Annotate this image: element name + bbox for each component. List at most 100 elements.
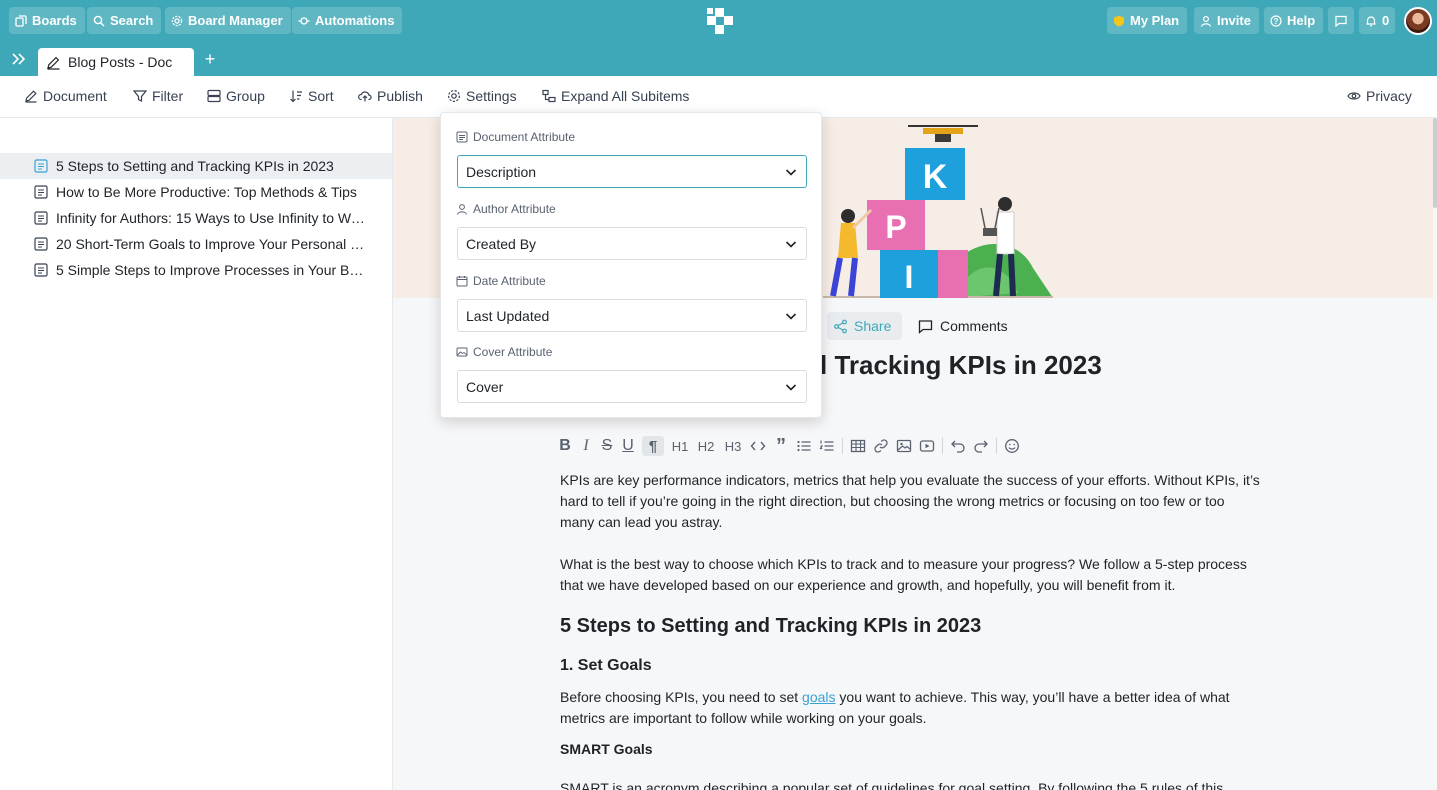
bold-button[interactable]: B: [558, 436, 572, 456]
svg-text:?: ?: [1274, 17, 1279, 26]
sidebar-item-authors[interactable]: Infinity for Authors: 15 Ways to Use Inf…: [0, 205, 392, 231]
document-button[interactable]: Document: [24, 88, 107, 104]
sidebar-item-goals[interactable]: 20 Short-Term Goals to Improve Your Pers…: [0, 231, 392, 257]
table-button[interactable]: [850, 436, 866, 456]
date-attribute-select[interactable]: Last Updated: [457, 299, 807, 332]
expand-sidebar-icon[interactable]: [10, 50, 28, 68]
strikethrough-button[interactable]: S: [600, 436, 614, 456]
document-icon: [34, 237, 48, 251]
tab-bar: Blog Posts - Doc +: [0, 42, 1437, 76]
automations-button[interactable]: Automations: [292, 7, 403, 34]
board-manager-label: Board Manager: [188, 13, 283, 28]
filter-label: Filter: [152, 88, 184, 104]
paragraph-smart[interactable]: SMART is an acronym describing a popular…: [560, 778, 1260, 790]
tab-blog-posts-doc[interactable]: Blog Posts - Doc: [38, 48, 194, 76]
share-label: Share: [854, 318, 892, 334]
gear-icon: [171, 15, 183, 26]
label-text: Cover Attribute: [473, 345, 553, 359]
help-button[interactable]: ? Help: [1264, 7, 1324, 34]
boards-button[interactable]: Boards: [9, 7, 85, 34]
board-manager-button[interactable]: Board Manager: [165, 7, 291, 34]
privacy-button[interactable]: Privacy: [1347, 88, 1412, 104]
chat-icon: [1335, 15, 1347, 27]
goals-link[interactable]: goals: [802, 689, 835, 705]
select-value: Cover: [466, 378, 504, 395]
smart-goals-heading[interactable]: SMART Goals: [560, 741, 653, 757]
bullet-list-button[interactable]: [796, 436, 812, 456]
group-button[interactable]: Group: [207, 88, 265, 104]
share-button[interactable]: Share: [827, 312, 902, 340]
automation-icon: [298, 16, 310, 25]
expand-all-subitems-button[interactable]: Expand All Subitems: [542, 88, 689, 104]
video-button[interactable]: [919, 436, 935, 456]
expand-all-label: Expand All Subitems: [561, 88, 690, 104]
privacy-label: Privacy: [1366, 88, 1412, 104]
notifications-count: 0: [1382, 13, 1390, 28]
main-scrollbar[interactable]: [1433, 118, 1437, 208]
heading3-button[interactable]: H3: [723, 436, 743, 456]
redo-icon: [974, 440, 988, 453]
sidebar-item-processes[interactable]: 5 Simple Steps to Improve Processes in Y…: [0, 257, 392, 283]
paragraph-button[interactable]: ¶: [642, 436, 664, 456]
document-title[interactable]: l Tracking KPIs in 2023: [820, 350, 1102, 381]
sort-button[interactable]: Sort: [289, 88, 334, 104]
underline-button[interactable]: U: [621, 436, 635, 456]
step-heading[interactable]: 1. Set Goals: [560, 657, 652, 675]
heading2-button[interactable]: H2: [696, 436, 716, 456]
sidebar-item-kpis[interactable]: 5 Steps to Setting and Tracking KPIs in …: [0, 153, 392, 179]
link-button[interactable]: [873, 436, 889, 456]
add-tab-button[interactable]: +: [201, 50, 219, 69]
edit-icon: [47, 56, 60, 70]
heading1-button[interactable]: H1: [671, 436, 689, 456]
settings-button[interactable]: Settings: [447, 88, 517, 104]
search-button[interactable]: Search: [87, 7, 162, 34]
sidebar-item-productive[interactable]: How to Be More Productive: Top Methods &…: [0, 179, 392, 205]
bullet-list-icon: [797, 440, 811, 452]
section-heading[interactable]: 5 Steps to Setting and Tracking KPIs in …: [560, 615, 981, 638]
italic-button[interactable]: I: [579, 436, 593, 456]
cover-letter-k: K: [923, 158, 948, 196]
settings-label: Settings: [466, 88, 517, 104]
notifications-button[interactable]: 0: [1359, 7, 1396, 34]
comments-button[interactable]: Comments: [918, 312, 1008, 340]
paragraph-process[interactable]: What is the best way to choose which KPI…: [560, 554, 1260, 596]
gear-icon: [447, 89, 461, 103]
video-icon: [919, 440, 935, 452]
document-icon: [34, 211, 48, 225]
redo-button[interactable]: [973, 436, 989, 456]
avatar[interactable]: [1404, 7, 1432, 35]
boards-label: Boards: [32, 13, 77, 28]
document-attribute-label: Document Attribute: [456, 130, 575, 144]
filter-button[interactable]: Filter: [133, 88, 183, 104]
formatting-toolbar: B I S U ¶ H1 H2 H3 ”: [558, 435, 1027, 457]
smiley-icon: [1005, 439, 1019, 453]
invite-button[interactable]: Invite: [1194, 7, 1259, 34]
label-text: Author Attribute: [473, 202, 556, 216]
emoji-button[interactable]: [1004, 436, 1020, 456]
undo-button[interactable]: [950, 436, 966, 456]
cover-attribute-select[interactable]: Cover: [457, 370, 807, 403]
image-button[interactable]: [896, 436, 912, 456]
label-text: Date Attribute: [473, 274, 546, 288]
cover-attribute-label: Cover Attribute: [456, 345, 552, 359]
automations-label: Automations: [315, 13, 395, 28]
link-icon: [874, 439, 888, 453]
paragraph-goals[interactable]: Before choosing KPIs, you need to set go…: [560, 687, 1260, 729]
chat-button[interactable]: [1328, 7, 1354, 34]
paragraph-intro[interactable]: KPIs are key performance indicators, met…: [560, 470, 1260, 533]
numbered-list-button[interactable]: [819, 436, 835, 456]
document-attribute-select[interactable]: Description: [457, 155, 807, 188]
user-icon: [1200, 15, 1212, 27]
help-icon: ?: [1270, 14, 1282, 27]
code-button[interactable]: [750, 436, 766, 456]
sidebar-item-label: How to Be More Productive: Top Methods &…: [56, 184, 357, 200]
undo-icon: [951, 440, 965, 453]
document-icon: [34, 159, 48, 173]
author-attribute-select[interactable]: Created By: [457, 227, 807, 260]
edit-icon: [25, 90, 37, 103]
publish-button[interactable]: Publish: [358, 88, 423, 104]
my-plan-button[interactable]: My Plan: [1107, 7, 1188, 34]
chevron-down-icon: [785, 168, 797, 176]
quote-button[interactable]: ”: [773, 435, 789, 457]
table-icon: [850, 439, 866, 453]
